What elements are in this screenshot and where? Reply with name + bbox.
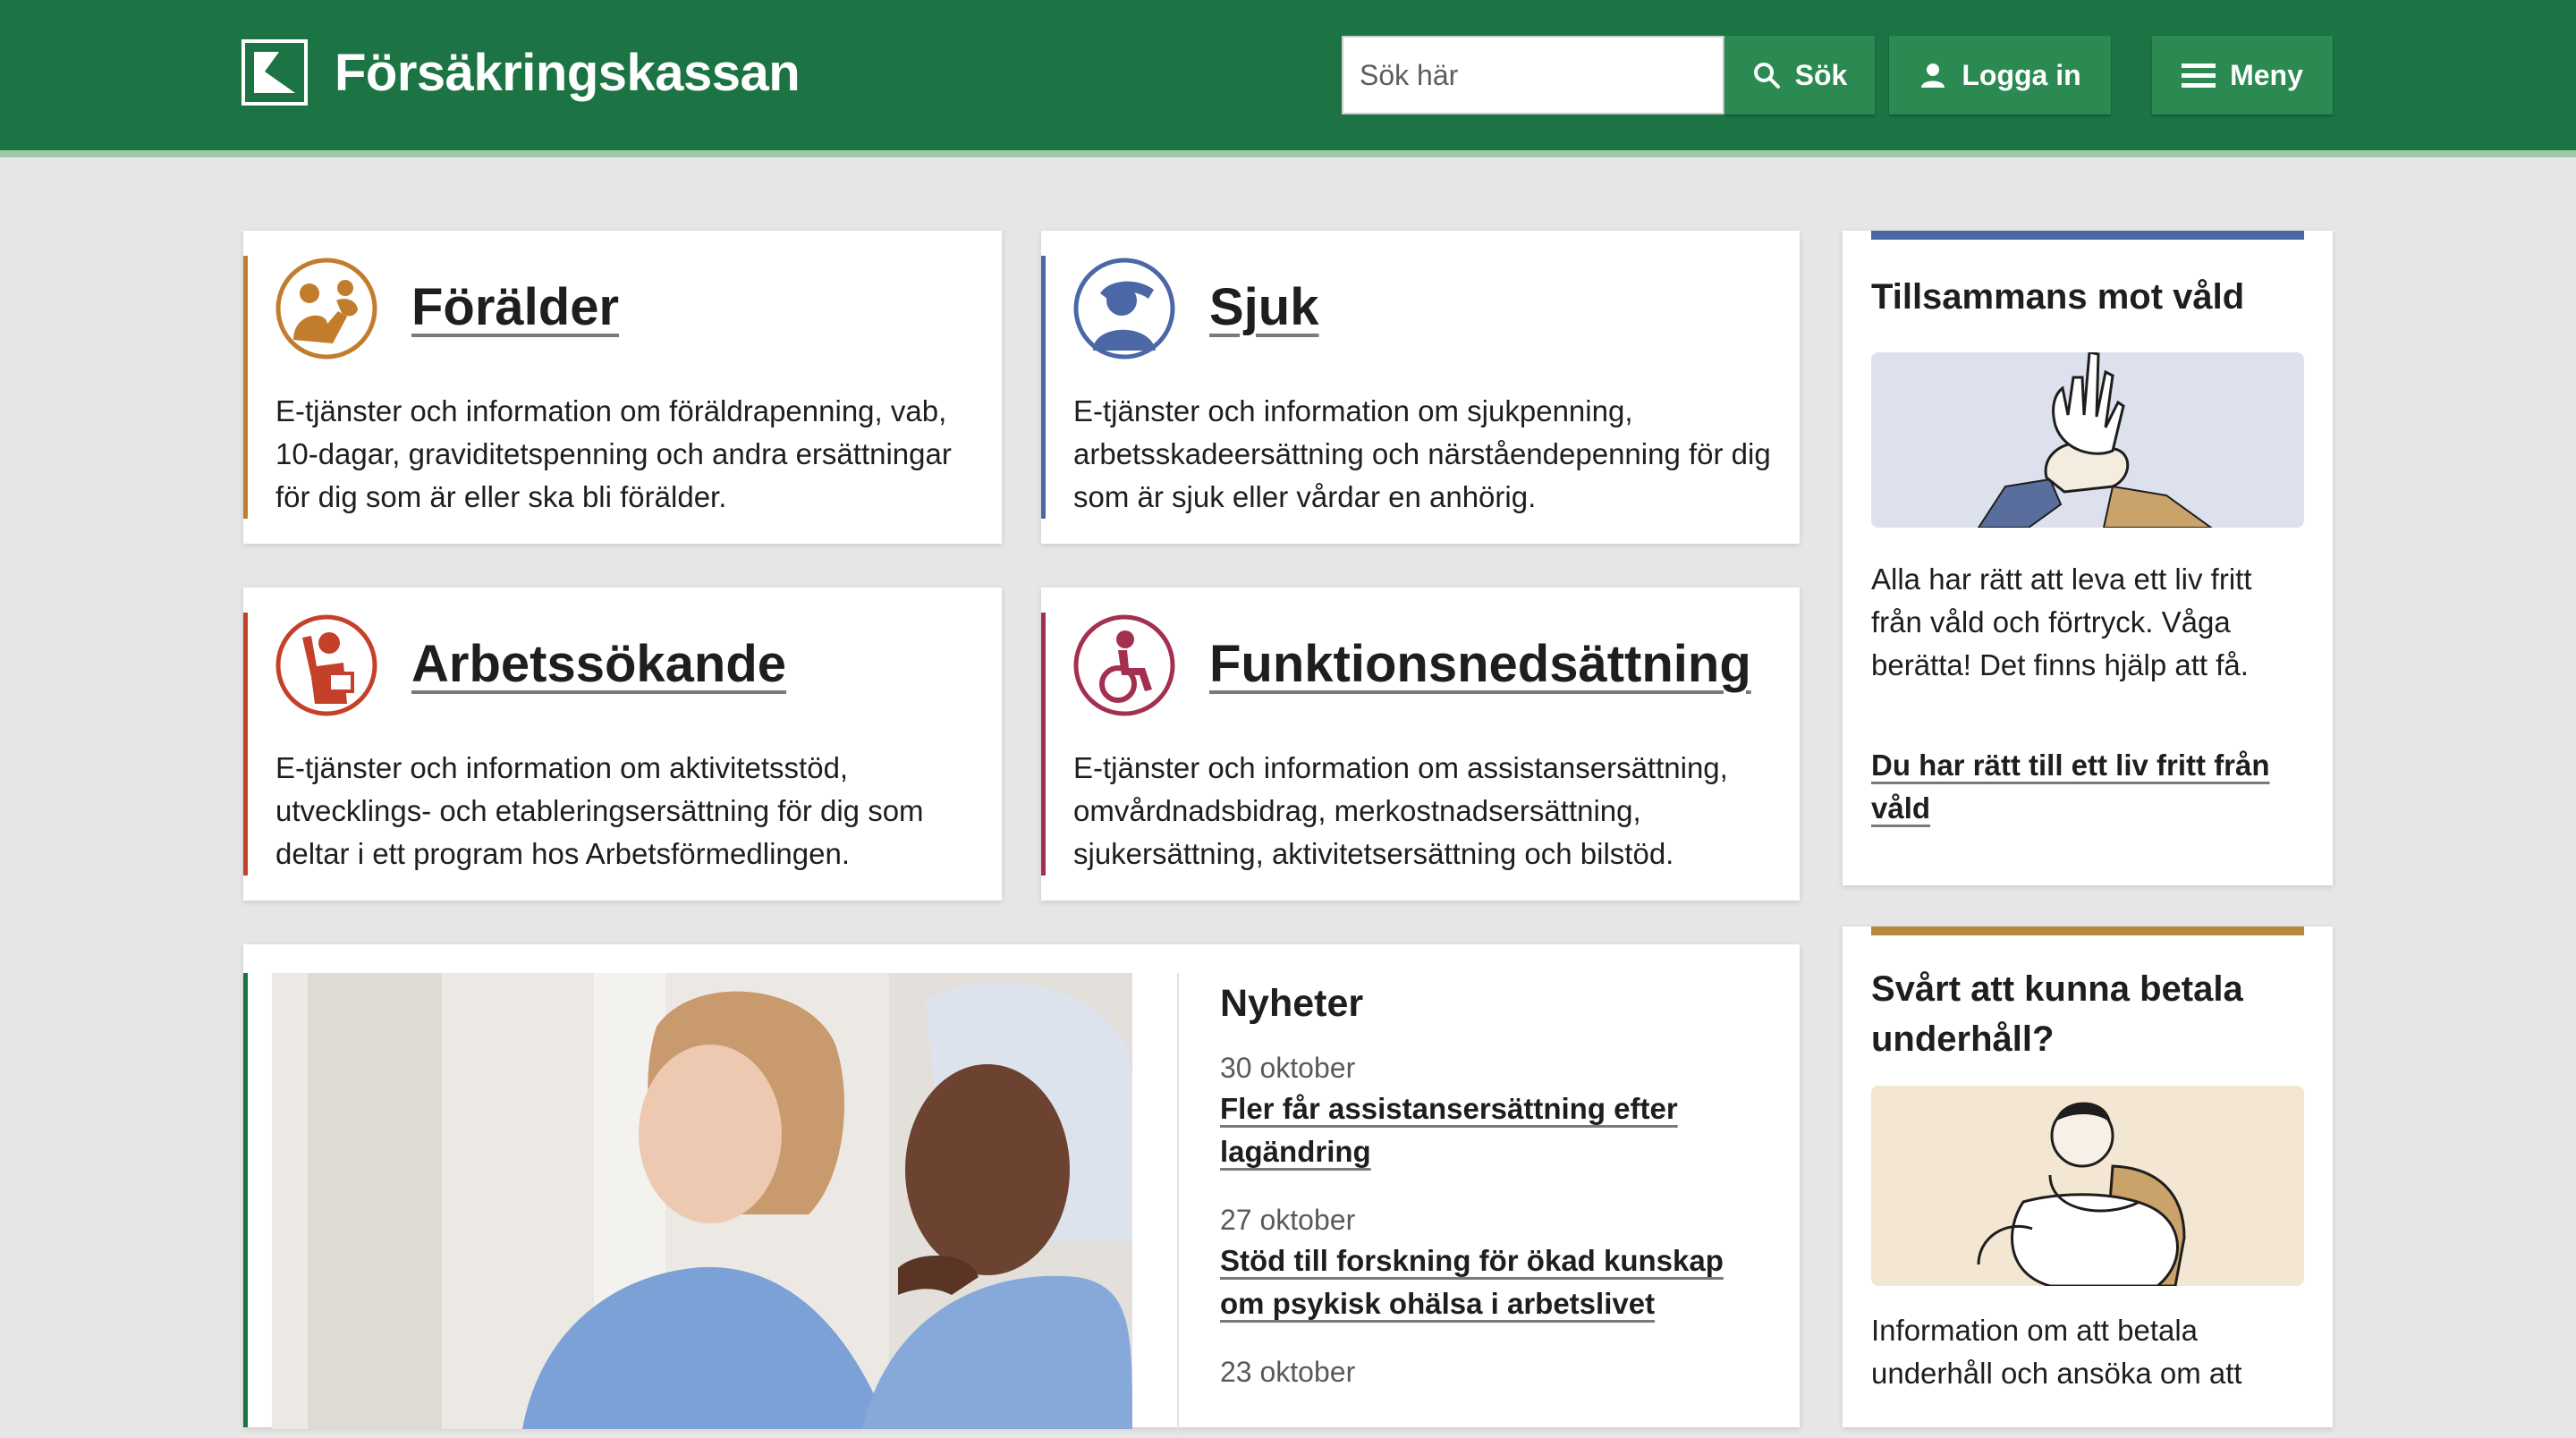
topic-card-arbetssokande[interactable]: Arbetssökande E-tjänster och information… — [243, 588, 1002, 901]
topic-description: E-tjänster och information om sjukpennin… — [1073, 394, 1771, 513]
nurses-photo — [272, 973, 1132, 1429]
parent-child-icon — [275, 258, 377, 360]
worried-person-image — [1977, 1102, 2186, 1286]
news-heading: Nyheter — [1220, 982, 1364, 1025]
side-card-maintenance: Svårt att kunna betala underhåll? Inform… — [1843, 926, 2333, 1427]
user-icon — [1921, 63, 1945, 88]
side-card-violence: Tillsammans mot våld Alla har rätt att l… — [1843, 231, 2333, 885]
worried-person-illustration — [1871, 1086, 2304, 1286]
topic-description: E-tjänster och information om föräldrape… — [275, 394, 952, 513]
topic-title[interactable]: Sjuk — [1209, 277, 1319, 337]
hamburger-icon — [2182, 63, 2216, 88]
news-date: 23 oktober — [1220, 1356, 1356, 1388]
news-link[interactable]: Stöd till forskning för ökad kunskap om … — [1220, 1239, 1775, 1325]
job-seeker-icon — [275, 614, 377, 716]
topic-card-foralder[interactable]: Förälder E-tjänster och information om f… — [243, 231, 1002, 544]
topic-description: E-tjänster och information om assistanse… — [1073, 751, 1728, 870]
topic-card-funktionsnedsattning[interactable]: Funktionsnedsättning E-tjänster och info… — [1041, 588, 1800, 901]
side-card-link[interactable]: Du har rätt till ett liv fritt från våld — [1871, 744, 2304, 830]
menu-button[interactable]: Meny — [2152, 36, 2333, 114]
side-card-title: Svårt att kunna betala underhåll? — [1871, 969, 2243, 1059]
side-card-title: Tillsammans mot våld — [1871, 277, 2245, 317]
search-form: Sök — [1342, 36, 1875, 114]
home-logo-link[interactable]: Försäkringskassan — [242, 39, 801, 106]
menu-button-label: Meny — [2230, 58, 2303, 91]
news-card: Nyheter 30 oktober Fler får assistansers… — [243, 944, 1800, 1438]
sick-person-icon — [1073, 258, 1175, 360]
login-button-label: Logga in — [1962, 58, 2081, 91]
news-list: Nyheter 30 oktober Fler får assistansers… — [1220, 980, 1775, 1391]
card-accent-bar — [243, 256, 248, 519]
search-icon — [1753, 63, 1780, 89]
hands-illustration — [1871, 352, 2304, 528]
card-accent-bar — [1871, 926, 2304, 935]
wheelchair-icon — [1073, 614, 1175, 716]
topic-title[interactable]: Arbetssökande — [411, 634, 786, 694]
logo-icon — [242, 39, 308, 106]
news-date: 30 oktober — [1220, 1052, 1356, 1084]
news-photo — [272, 973, 1132, 1429]
news-link[interactable]: Fler får assistansersättning efter lagän… — [1220, 1087, 1775, 1173]
card-accent-bar — [1871, 231, 2304, 240]
brand-name: Försäkringskassan — [335, 43, 801, 102]
card-accent-bar — [243, 973, 248, 1427]
card-accent-bar — [1041, 256, 1046, 519]
topic-title[interactable]: Funktionsnedsättning — [1209, 634, 1751, 694]
card-accent-bar — [243, 613, 248, 875]
search-button-label: Sök — [1794, 58, 1848, 91]
search-input[interactable] — [1342, 36, 1724, 114]
login-button[interactable]: Logga in — [1889, 36, 2111, 114]
hands-illustration-image — [1977, 352, 2213, 528]
topic-title[interactable]: Förälder — [411, 277, 619, 337]
news-date: 27 oktober — [1220, 1204, 1356, 1236]
side-card-text: Information om att betala underhåll och … — [1871, 1314, 2242, 1390]
search-button[interactable]: Sök — [1724, 36, 1875, 114]
card-accent-bar — [1041, 613, 1046, 875]
topic-card-sjuk[interactable]: Sjuk E-tjänster och information om sjukp… — [1041, 231, 1800, 544]
topic-description: E-tjänster och information om aktivitets… — [275, 751, 924, 870]
side-card-text: Alla har rätt att leva ett liv fritt frå… — [1871, 563, 2252, 681]
site-header: Försäkringskassan Sök Logga in Meny — [0, 0, 2576, 157]
news-divider — [1177, 973, 1179, 1438]
